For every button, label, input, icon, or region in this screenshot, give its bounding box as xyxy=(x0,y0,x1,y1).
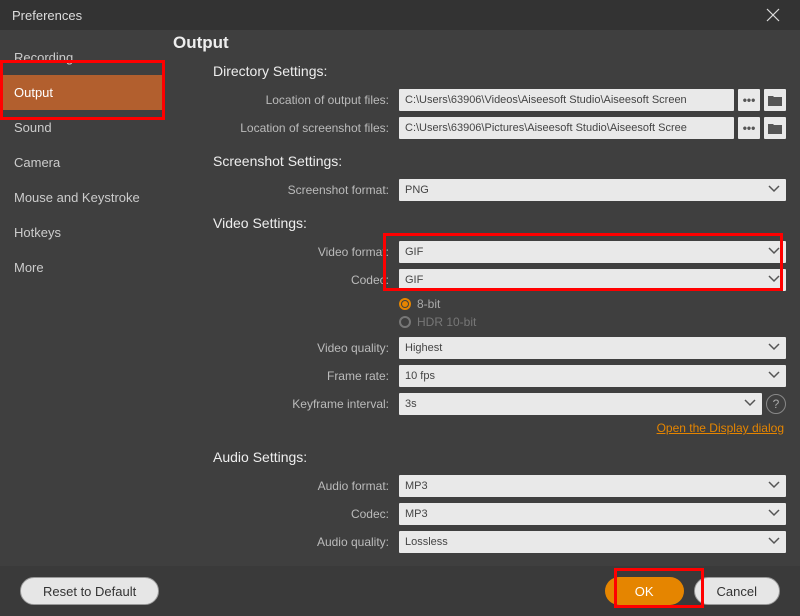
section-audio: Audio Settings: Audio format: MP3 Codec: xyxy=(213,449,786,553)
chevron-down-icon xyxy=(768,536,780,548)
cancel-button[interactable]: Cancel xyxy=(694,577,780,605)
screenshot-path-more-button[interactable]: ••• xyxy=(738,117,760,139)
output-path-more-button[interactable]: ••• xyxy=(738,89,760,111)
main-panel: Output Directory Settings: Location of o… xyxy=(165,30,800,566)
chevron-down-icon xyxy=(768,342,780,354)
sidebar-item-more[interactable]: More xyxy=(0,250,165,285)
chevron-down-icon xyxy=(768,184,780,196)
more-icon: ••• xyxy=(743,93,756,107)
chevron-down-icon xyxy=(768,508,780,520)
page-heading: Output xyxy=(173,33,786,53)
video-codec-label: Codec: xyxy=(213,273,393,287)
window-title: Preferences xyxy=(12,8,82,23)
audio-quality-label: Audio quality: xyxy=(213,535,393,549)
screenshot-format-select[interactable]: PNG xyxy=(399,179,786,201)
titlebar: Preferences xyxy=(0,0,800,30)
chevron-down-icon xyxy=(744,398,756,410)
screenshot-format-label: Screenshot format: xyxy=(213,183,393,197)
keyframe-label: Keyframe interval: xyxy=(213,397,393,411)
chevron-down-icon xyxy=(768,246,780,258)
frame-rate-select[interactable]: 10 fps xyxy=(399,365,786,387)
sidebar-item-output[interactable]: Output xyxy=(0,75,165,110)
screenshot-path-label: Location of screenshot files: xyxy=(213,121,393,135)
bit-depth-8bit[interactable]: 8-bit xyxy=(399,297,786,311)
close-icon xyxy=(766,8,780,22)
audio-quality-select[interactable]: Lossless xyxy=(399,531,786,553)
chevron-down-icon xyxy=(768,370,780,382)
close-button[interactable] xyxy=(758,0,788,30)
bit-depth-hdr[interactable]: HDR 10-bit xyxy=(399,315,786,329)
radio-icon xyxy=(399,316,411,328)
more-icon: ••• xyxy=(743,121,756,135)
chevron-down-icon xyxy=(768,274,780,286)
section-screenshot: Screenshot Settings: Screenshot format: … xyxy=(213,153,786,201)
preferences-window: Preferences Recording Output Sound Camer… xyxy=(0,0,800,616)
sidebar-item-camera[interactable]: Camera xyxy=(0,145,165,180)
footer: Reset to Default OK Cancel xyxy=(0,566,800,616)
video-quality-select[interactable]: Highest xyxy=(399,337,786,359)
sidebar-item-recording[interactable]: Recording xyxy=(0,40,165,75)
directory-title: Directory Settings: xyxy=(213,63,786,79)
folder-icon xyxy=(768,122,782,134)
output-path-field[interactable]: C:\Users\63906\Videos\Aiseesoft Studio\A… xyxy=(399,89,734,111)
folder-icon xyxy=(768,94,782,106)
video-format-select[interactable]: GIF xyxy=(399,241,786,263)
sidebar-item-hotkeys[interactable]: Hotkeys xyxy=(0,215,165,250)
open-display-dialog-link[interactable]: Open the Display dialog xyxy=(213,421,784,435)
audio-format-select[interactable]: MP3 xyxy=(399,475,786,497)
video-title: Video Settings: xyxy=(213,215,786,231)
radio-icon xyxy=(399,298,411,310)
sidebar-item-mouse-keystroke[interactable]: Mouse and Keystroke xyxy=(0,180,165,215)
section-directory: Directory Settings: Location of output f… xyxy=(213,63,786,139)
video-format-label: Video format: xyxy=(213,245,393,259)
keyframe-select[interactable]: 3s xyxy=(399,393,762,415)
screenshot-title: Screenshot Settings: xyxy=(213,153,786,169)
screenshot-path-field[interactable]: C:\Users\63906\Pictures\Aiseesoft Studio… xyxy=(399,117,734,139)
video-quality-label: Video quality: xyxy=(213,341,393,355)
audio-codec-select[interactable]: MP3 xyxy=(399,503,786,525)
screenshot-path-browse-button[interactable] xyxy=(764,117,786,139)
output-path-browse-button[interactable] xyxy=(764,89,786,111)
ok-button[interactable]: OK xyxy=(605,577,684,605)
reset-to-default-button[interactable]: Reset to Default xyxy=(20,577,159,605)
audio-codec-label: Codec: xyxy=(213,507,393,521)
keyframe-help-button[interactable]: ? xyxy=(766,394,786,414)
audio-title: Audio Settings: xyxy=(213,449,786,465)
output-path-label: Location of output files: xyxy=(213,93,393,107)
frame-rate-label: Frame rate: xyxy=(213,369,393,383)
chevron-down-icon xyxy=(768,480,780,492)
sidebar-item-sound[interactable]: Sound xyxy=(0,110,165,145)
audio-format-label: Audio format: xyxy=(213,479,393,493)
video-codec-select[interactable]: GIF xyxy=(399,269,786,291)
section-video: Video Settings: Video format: GIF Codec: xyxy=(213,215,786,435)
sidebar: Recording Output Sound Camera Mouse and … xyxy=(0,30,165,566)
